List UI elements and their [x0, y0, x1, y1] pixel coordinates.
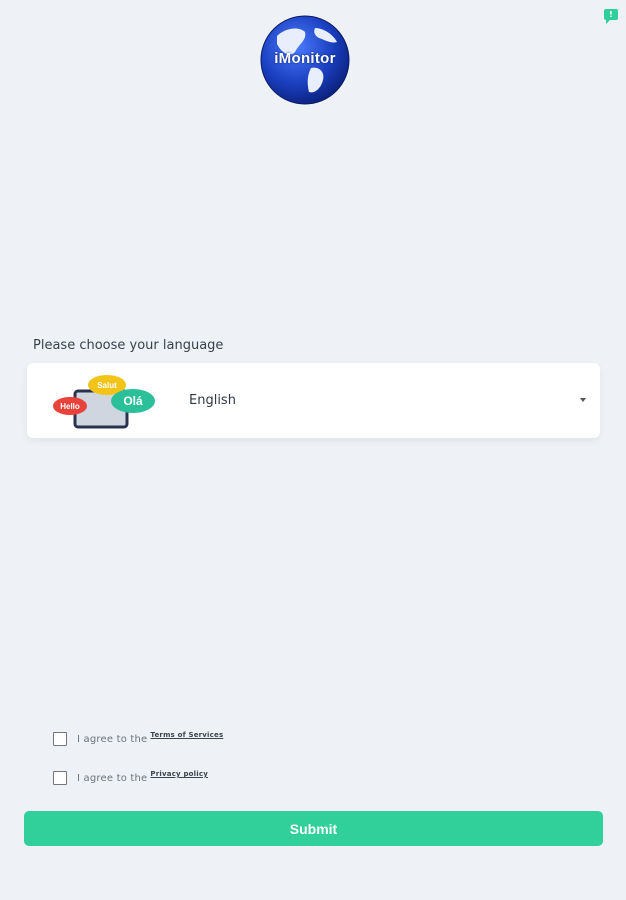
bubble-hello-text: Hello [60, 402, 80, 411]
logo-text: iMonitor [274, 50, 336, 67]
dropdown-arrow-icon[interactable] [580, 398, 586, 402]
privacy-checkbox[interactable] [53, 771, 67, 785]
privacy-link[interactable]: Privacy policy [150, 770, 208, 778]
language-prompt: Please choose your language [33, 338, 224, 353]
notification-badge[interactable]: ! [604, 9, 618, 24]
bubble-salut-text: Salut [97, 381, 117, 390]
privacy-prefix: I agree to the [77, 773, 148, 784]
submit-button[interactable]: Submit [24, 811, 603, 846]
terms-prefix: I agree to the [77, 734, 148, 745]
bubble-ola-text: Olá [123, 394, 143, 408]
language-select[interactable]: Hello Salut Olá English [27, 363, 600, 438]
terms-label: I agree to the Terms of Services [77, 731, 223, 745]
terms-checkbox[interactable] [53, 732, 67, 746]
privacy-agreement-row: I agree to the Privacy policy [53, 769, 208, 785]
selected-language: English [189, 393, 236, 408]
privacy-label: I agree to the Privacy policy [77, 770, 208, 784]
terms-agreement-row: I agree to the Terms of Services [53, 730, 223, 746]
app-logo: iMonitor [259, 14, 351, 106]
language-bubbles-icon: Hello Salut Olá [53, 375, 155, 429]
terms-link[interactable]: Terms of Services [150, 731, 223, 739]
